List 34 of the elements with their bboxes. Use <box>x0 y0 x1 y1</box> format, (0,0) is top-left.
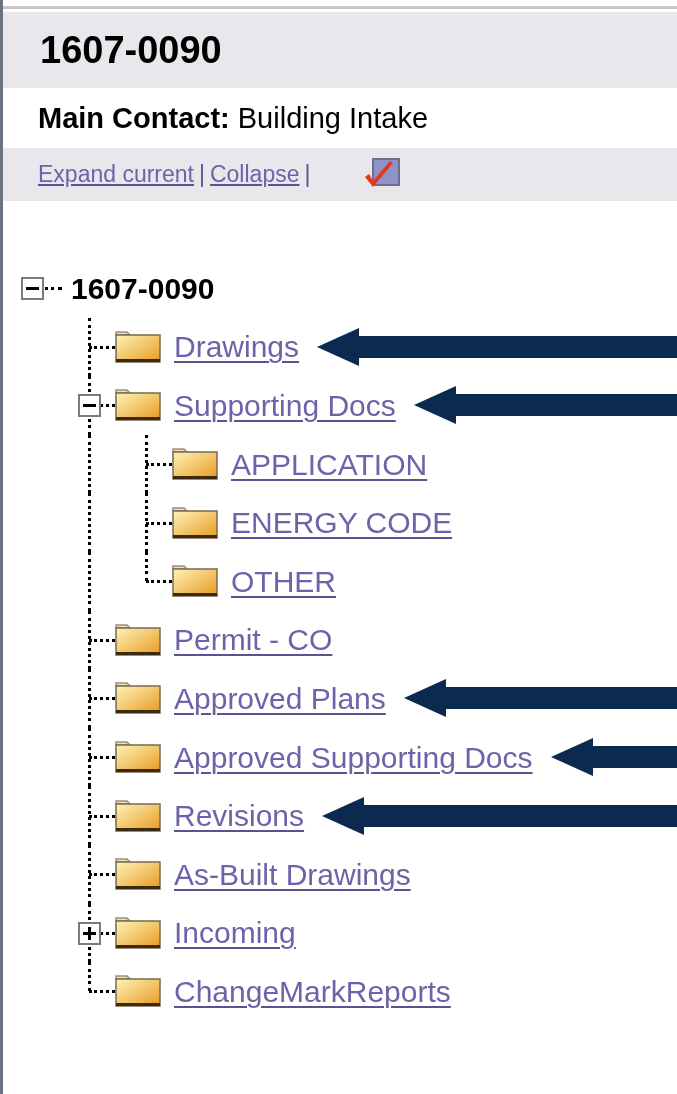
folder-link[interactable]: As-Built Drawings <box>174 851 411 897</box>
folder-link[interactable]: Approved Plans <box>174 675 386 721</box>
folder-link[interactable]: Permit - CO <box>174 617 333 663</box>
toolbar-link[interactable]: Collapse <box>209 157 300 192</box>
separator: | <box>198 160 206 190</box>
folder-link[interactable]: Revisions <box>174 793 305 839</box>
folder-icon <box>115 741 161 774</box>
separator: | <box>303 160 312 190</box>
folder-icon <box>172 448 218 481</box>
folder-link[interactable]: ChangeMarkReports <box>174 968 451 1014</box>
folder-icon <box>115 975 161 1008</box>
folder-icon <box>115 799 161 832</box>
record-title: 1607-0090 <box>40 31 222 69</box>
folder-icon <box>115 916 161 949</box>
folder-icon <box>115 389 161 422</box>
main-contact-text: Main Contact: Building Intake <box>38 103 429 133</box>
folder-icon <box>115 623 161 656</box>
folder-icon <box>115 330 161 363</box>
folder-icon <box>115 682 161 715</box>
folder-link[interactable]: Supporting Docs <box>174 383 396 428</box>
folder-link[interactable]: OTHER <box>231 558 336 604</box>
folder-link[interactable]: Approved Supporting Docs <box>174 734 533 780</box>
folder-link[interactable]: Drawings <box>174 324 300 370</box>
folder-link[interactable]: ENERGY CODE <box>231 500 453 546</box>
toolbar-link[interactable]: Expand current <box>38 157 194 192</box>
expand-toggle[interactable] <box>78 921 101 945</box>
folder-link[interactable]: Incoming <box>174 910 296 956</box>
folder-icon <box>172 565 218 598</box>
tree-root-label[interactable]: 1607-0090 <box>71 265 215 311</box>
folder-icon <box>172 506 218 539</box>
folder-link[interactable]: APPLICATION <box>231 441 428 487</box>
collapse-toggle[interactable] <box>78 394 101 418</box>
folder-icon <box>115 858 161 891</box>
collapse-toggle[interactable] <box>21 277 44 301</box>
